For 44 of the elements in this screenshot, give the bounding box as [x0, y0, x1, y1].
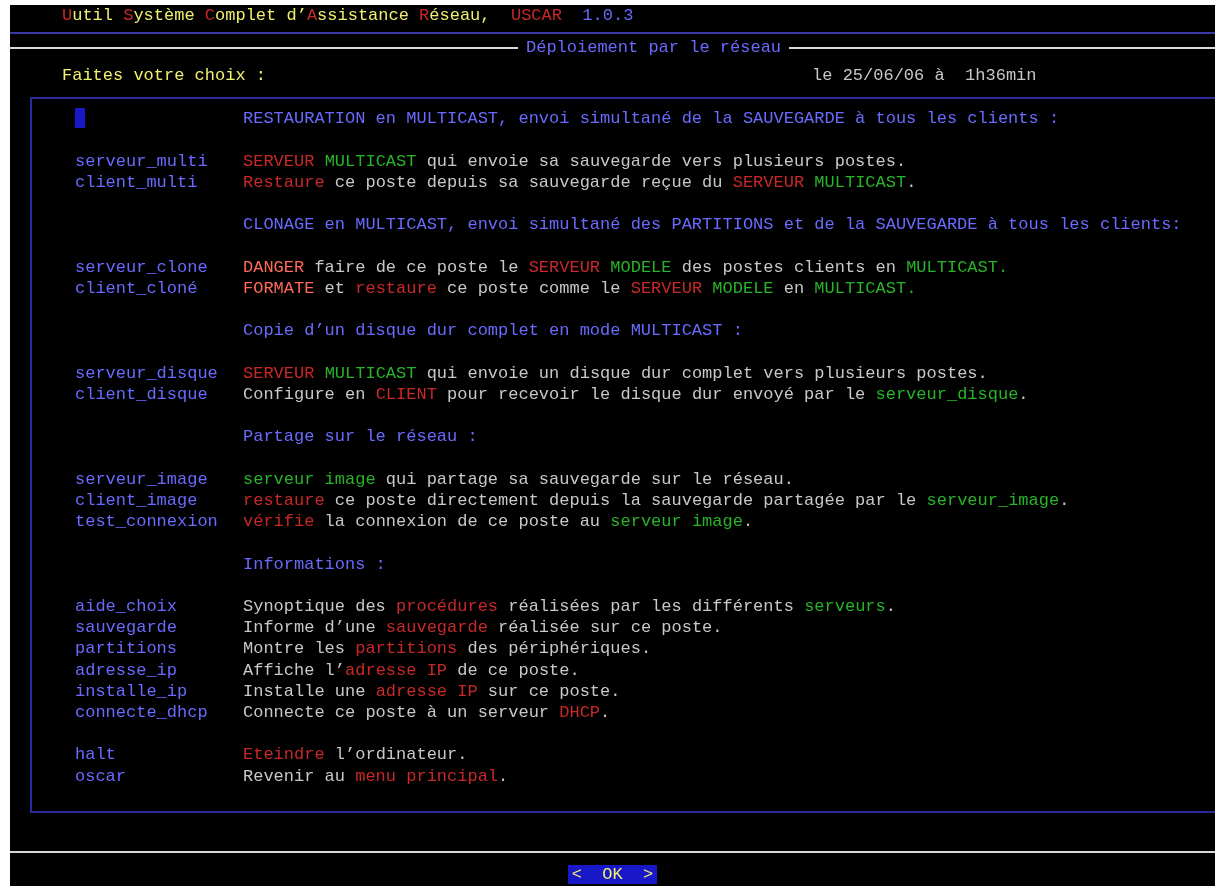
menu-option[interactable]: client_cloné — [75, 278, 243, 300]
menu-option[interactable]: oscar — [75, 765, 243, 787]
prompt-label: Faites votre choix : — [62, 65, 267, 88]
dialog-title: Déploiement par le réseau — [526, 37, 782, 59]
app-title: Uutil Système Complet d’Assistance Réseau, USCAR 1.0.3 — [62, 5, 634, 27]
option-description: Synoptique des procédures réalisées par les différents serveurs. — [243, 595, 896, 618]
option-description: serveur image qui partage sa sauvegarde sur le réseau. — [243, 468, 794, 490]
section-heading: Informations : — [243, 553, 386, 575]
menu-option[interactable]: adresse_ip — [75, 659, 243, 681]
menu-option[interactable]: halt — [75, 744, 243, 766]
menu-option[interactable]: serveur_image — [75, 468, 243, 490]
menu-option[interactable]: client_image — [75, 489, 243, 512]
option-description: Configure en CLIENT pour recevoir le disque dur envoyé par le serveur_disque. — [243, 383, 1029, 406]
option-description: Montre les partitions des périphériques. — [243, 638, 652, 660]
section-heading: Copie d’un disque dur complet en mode MULTICAST : — [243, 320, 743, 342]
section-heading: RESTAURATION en MULTICAST, envoi simultané de la SAUVEGARDE à tous les clients : — [243, 108, 1060, 130]
menu-option[interactable]: installe_ip — [75, 680, 243, 702]
menu-option[interactable]: test_connexion — [75, 511, 243, 533]
option-description: SERVEUR MULTICAST qui envoie sa sauvegarde vers plusieurs postes. — [243, 150, 907, 172]
option-description: Informe d’une sauvegarde réalisée sur ce poste. — [243, 617, 723, 639]
menu-option[interactable]: serveur_disque — [75, 362, 243, 384]
menu-option[interactable]: client_disque — [75, 383, 243, 406]
option-description: SERVEUR MULTICAST qui envoie un disque dur complet vers plusieurs postes. — [243, 362, 988, 384]
option-description: Revenir au menu principal. — [243, 765, 509, 787]
menu-option[interactable]: serveur_multi — [75, 150, 243, 172]
menu-option[interactable]: serveur_clone — [75, 256, 243, 278]
option-description: vérifie la connexion de ce poste au serveur image. — [243, 511, 754, 533]
menu-option[interactable]: connecte_dhcp — [75, 701, 243, 724]
menu-option[interactable]: aide_choix — [75, 595, 243, 618]
menu-option[interactable]: client_multi — [75, 172, 243, 194]
option-description: Restaure ce poste depuis sa sauvegarde reçue du SERVEUR MULTICAST. — [243, 172, 917, 194]
option-description: Affiche l’adresse IP de ce poste. — [243, 659, 580, 681]
option-description: FORMATE et restaure ce poste comme le SERVEUR MODELE en MULTICAST. — [243, 278, 917, 300]
date-time: le 25/06/06 à 1h36min — [812, 65, 1037, 88]
section-heading: Partage sur le réseau : — [243, 426, 478, 448]
option-description: DANGER faire de ce poste le SERVEUR MODELE des postes clients en MULTICAST. — [243, 256, 1009, 278]
option-description: Installe une adresse IP sur ce poste. — [243, 680, 621, 702]
option-description: restaure ce poste directement depuis la sauvegarde partagée par le serveur_image. — [243, 489, 1070, 512]
menu-option[interactable]: partitions — [75, 638, 243, 660]
section-heading: CLONAGE en MULTICAST, envoi simultané des PARTITIONS et de la SAUVEGARDE à tous les clients: — [243, 214, 1182, 236]
ok-button[interactable]: < OK > — [567, 865, 658, 885]
menu-option[interactable]: sauvegarde — [75, 617, 243, 639]
option-description: Eteindre l’ordinateur. — [243, 744, 468, 766]
option-description: Connecte ce poste à un serveur DHCP. — [243, 701, 611, 724]
